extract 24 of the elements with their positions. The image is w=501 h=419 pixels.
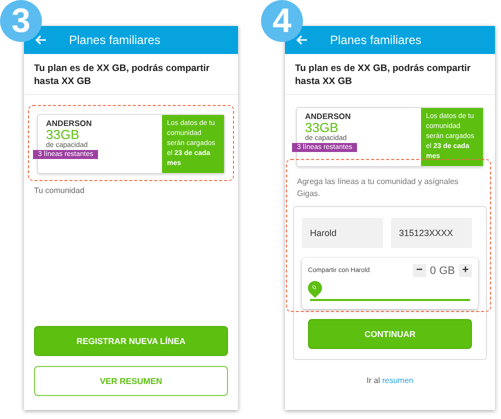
instructions-text: Agrega las líneas a tu comunidad y asígnales Gigas. [297,176,460,200]
step-badge: 4 [261,0,303,42]
screen-title: Planes familiares [69,33,160,47]
summary-link[interactable]: resumen [382,376,414,385]
input-field[interactable]: Harold [302,218,383,248]
back-arrow-icon[interactable] [296,35,308,45]
gb-amount: 0 GB [430,264,455,276]
plan-text: Tu plan es de XX GB, podrás compartir hasta XX GB [24,54,238,95]
continue-button[interactable]: CONTINUAR [308,319,472,349]
owner-name: ANDERSON [46,119,93,128]
back-arrow-icon[interactable] [35,35,47,45]
input-field[interactable]: 315123XXXX [391,218,472,248]
register-button[interactable]: REGISTRAR NUEVA LÍNEA [34,326,228,356]
summary-button[interactable]: VER RESUMEN [34,366,228,396]
plan-text: Tu plan es de XX GB, podrás compartir hasta XX GB [285,54,495,95]
step-badge: 3 [0,0,42,42]
capacity-value: 33GB [305,121,338,135]
screen-title: Planes familiares [330,33,422,47]
minus-button[interactable]: − [412,264,426,277]
owner-name: ANDERSON [305,112,352,121]
plus-button[interactable]: + [459,264,472,277]
footer-text: Ir al [366,376,380,385]
community-label: Tu comunidad [34,186,86,195]
capacity-value: 33GB [46,128,80,142]
